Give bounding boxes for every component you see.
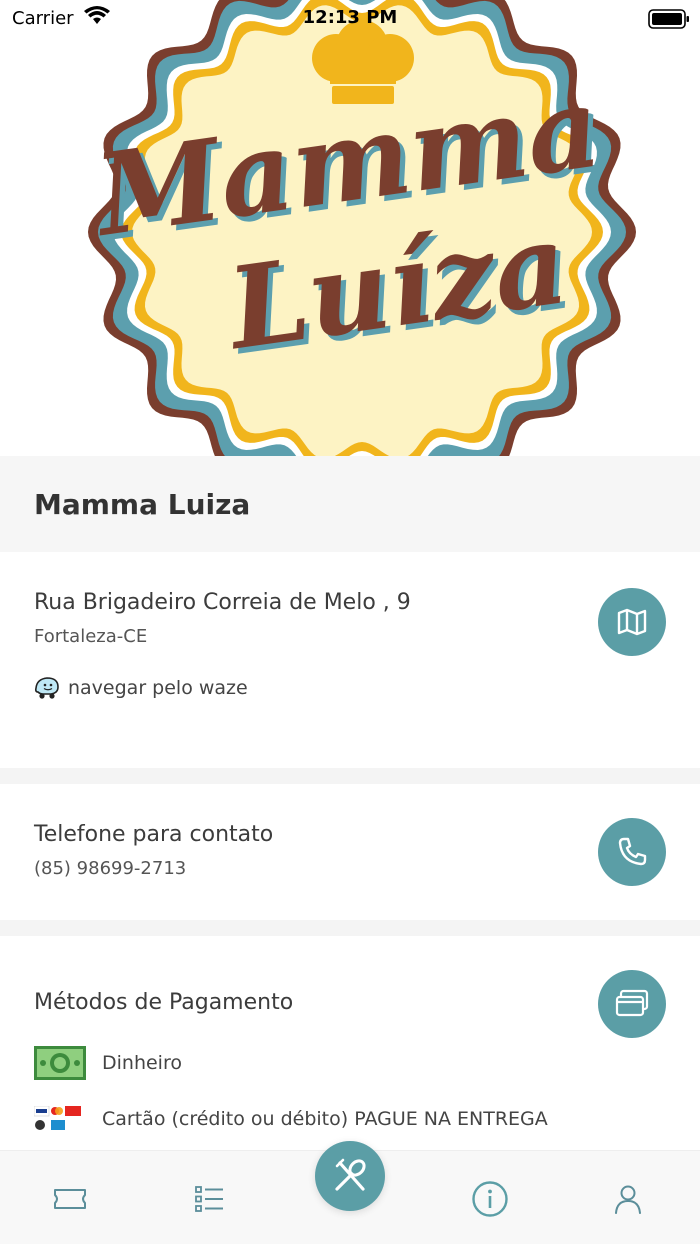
open-map-button[interactable] [598,588,666,656]
restaurant-name: Mamma Luiza [34,488,251,521]
cards-icon [34,1106,81,1130]
payment-title: Métodos de Pagamento [34,990,294,1015]
address-card: Rua Brigadeiro Correia de Melo , 9 Forta… [0,552,700,768]
tab-info[interactable] [470,1179,510,1219]
section-divider [0,920,700,936]
user-icon [615,1185,641,1214]
restaurant-logo-banner: Mamma Mamma Luíza Luíza [0,0,700,456]
waze-navigate-link[interactable]: navegar pelo waze [34,676,248,700]
credit-card-icon [615,989,649,1017]
fork-spoon-icon [335,1158,366,1191]
info-icon [472,1181,508,1217]
status-bar: Carrier 12:13 PM [0,0,700,36]
waze-label: navegar pelo waze [68,677,248,699]
map-icon [617,608,647,636]
battery-icon [648,9,690,33]
payment-method-label: Dinheiro [102,1052,182,1074]
tab-tickets[interactable] [50,1179,90,1219]
contact-title: Telefone para contato [34,822,274,847]
status-time: 12:13 PM [302,7,398,28]
address-city: Fortaleza-CE [34,626,148,647]
waze-icon [34,677,59,699]
payment-method-cash: Dinheiro [34,1046,182,1080]
contact-phone: (85) 98699-2713 [34,858,187,879]
bottom-tab-bar [0,1141,700,1244]
restaurant-header: Mamma Luiza [0,456,700,552]
tab-profile[interactable] [608,1179,648,1219]
cash-icon [34,1046,86,1080]
address-street: Rua Brigadeiro Correia de Melo , 9 [34,590,411,615]
list-icon [195,1186,223,1212]
tab-orders[interactable] [189,1179,229,1219]
payment-method-card: Cartão (crédito ou débito) PAGUE NA ENTR… [34,1106,548,1132]
payment-method-label: Cartão (crédito ou débito) PAGUE NA ENTR… [102,1108,548,1130]
call-button[interactable] [598,818,666,886]
payment-methods-button[interactable] [598,970,666,1038]
phone-icon [618,837,647,866]
contact-card: Telefone para contato (85) 98699-2713 [0,784,700,920]
ticket-icon [54,1189,86,1209]
logo-image: Mamma Mamma Luíza Luíza [84,0,636,456]
tab-menu[interactable] [315,1141,385,1211]
section-divider [0,768,700,784]
payment-card: Métodos de Pagamento Dinheiro Cartão (cr… [0,936,700,1150]
